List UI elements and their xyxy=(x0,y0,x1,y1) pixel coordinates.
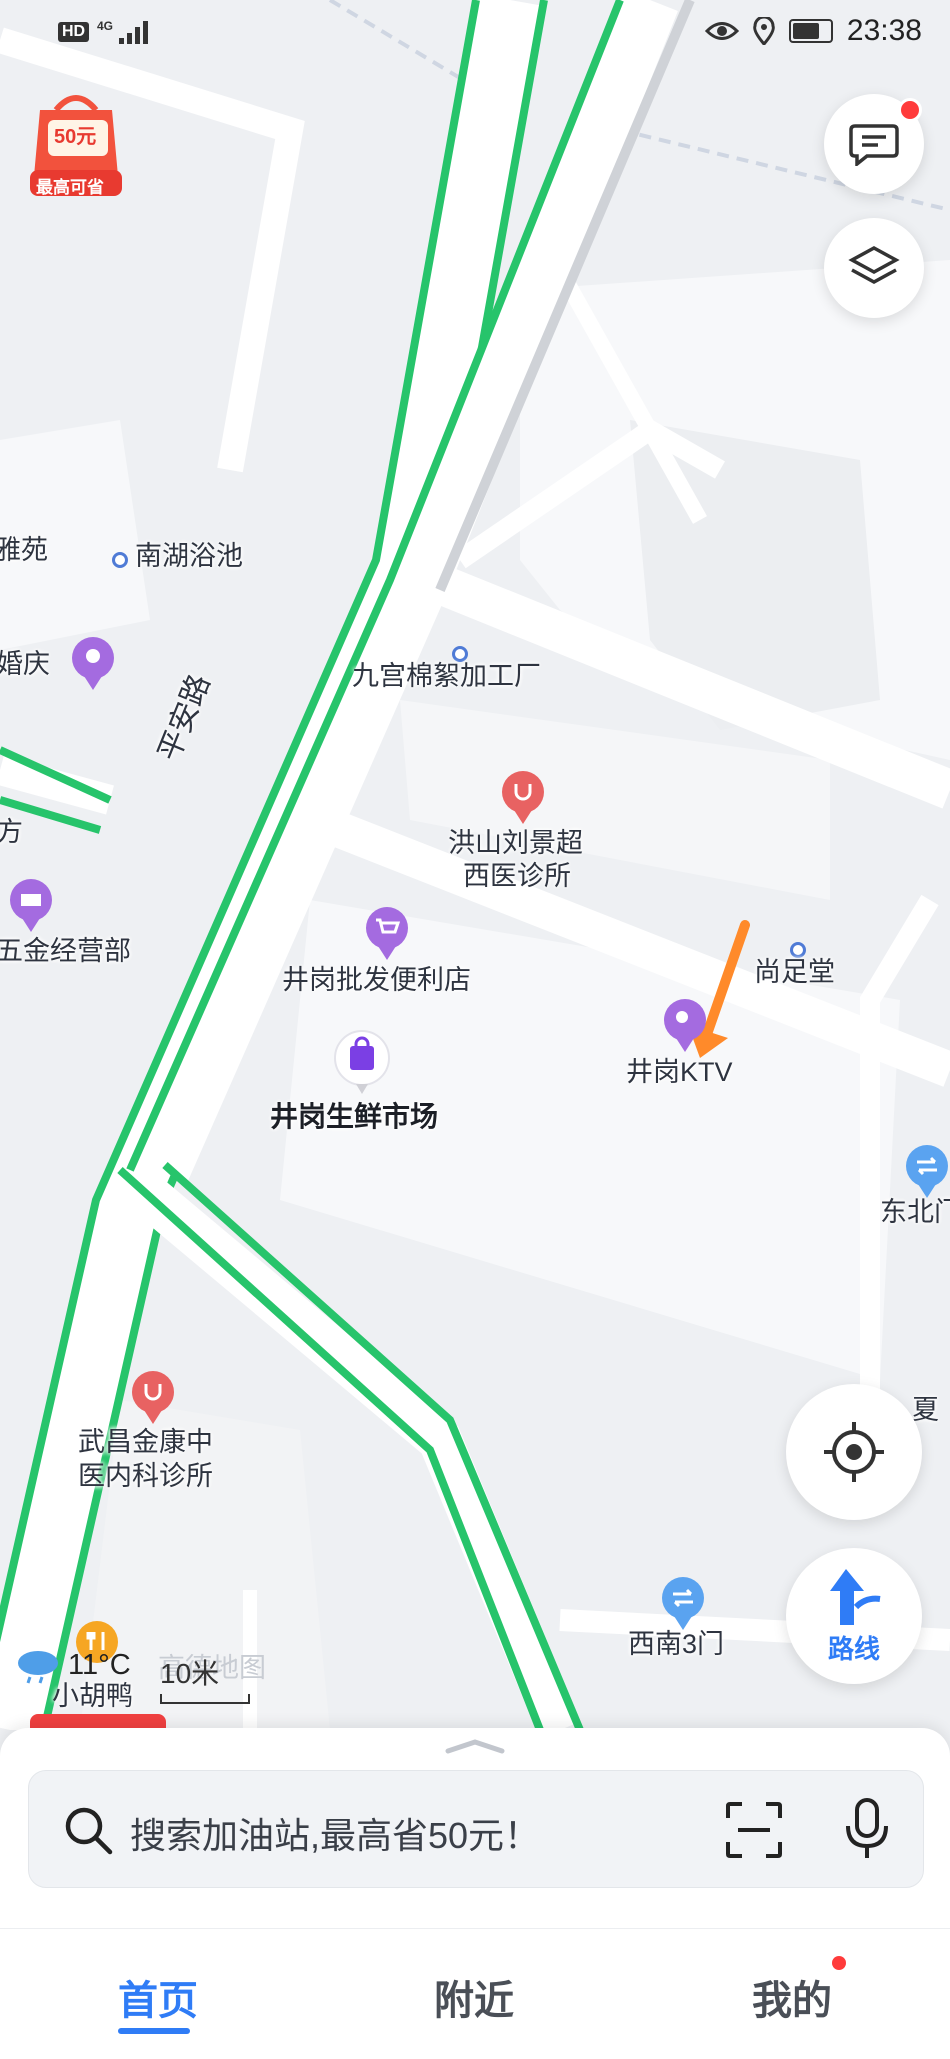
search-input[interactable]: 搜索加油站,最高省50元！ xyxy=(130,1807,540,1859)
weather-widget[interactable]: 11°C xyxy=(14,1645,131,1685)
weather-temp: 11°C xyxy=(68,1648,131,1681)
market-pin-icon[interactable] xyxy=(334,1030,390,1094)
scale-label: 10米 xyxy=(160,1658,220,1689)
gate-pin-icon[interactable] xyxy=(904,1144,950,1198)
wedding-pin-icon[interactable] xyxy=(70,636,116,690)
poi-jinggang-store[interactable]: 井岗批发便利店 xyxy=(282,964,471,996)
gate-pin-icon[interactable] xyxy=(660,1576,706,1630)
store-pin-icon[interactable] xyxy=(364,906,410,960)
cloud-rain-icon xyxy=(18,1651,58,1684)
battery-icon xyxy=(788,19,833,43)
hd-icon: HD xyxy=(58,22,90,42)
status-bar: HD 4G 4G 23:38 xyxy=(0,0,950,64)
poi-clinic-1-line1[interactable]: 洪山刘景超 xyxy=(448,827,583,859)
poi-fang-partial[interactable]: 方 xyxy=(0,816,23,848)
poi-clinic-2-line1[interactable]: 武昌金康中 xyxy=(78,1426,213,1458)
tab-home[interactable]: 首页 xyxy=(118,1968,198,2026)
route-button[interactable]: 路线 xyxy=(786,1548,922,1684)
message-button[interactable] xyxy=(824,94,924,194)
poi-dot[interactable] xyxy=(112,552,128,568)
coupon-badge[interactable]: 50元 最高可省 xyxy=(26,90,126,200)
coupon-amount: 50元 xyxy=(54,126,97,148)
search-icon[interactable] xyxy=(62,1804,114,1856)
layers-button[interactable] xyxy=(824,218,924,318)
poi-dongbei-gate[interactable]: 东北门 xyxy=(880,1196,950,1228)
location-icon xyxy=(753,17,775,45)
clinic-pin-icon[interactable] xyxy=(500,770,546,824)
route-arrow-icon xyxy=(830,1568,881,1625)
poi-southwest-gate[interactable]: 西南3门 xyxy=(628,1628,724,1660)
poi-jiugong-factory[interactable]: 九宫棉絮加工厂 xyxy=(352,660,541,692)
layers-icon xyxy=(848,246,900,284)
shop-pin-icon[interactable] xyxy=(8,878,54,932)
poi-wujin[interactable]: 五金经营部 xyxy=(0,935,131,967)
ktv-pin-icon[interactable] xyxy=(662,998,708,1052)
crosshair-icon xyxy=(824,1422,884,1482)
eye-icon xyxy=(704,22,739,40)
tab-me-notification-dot xyxy=(832,1956,846,1970)
poi-jinggang-ktv[interactable]: 井岗KTV xyxy=(626,1056,733,1088)
coupon-caption: 最高可省 xyxy=(36,178,104,197)
poi-ya-yuan[interactable]: 雅苑 xyxy=(0,534,48,566)
notification-dot xyxy=(898,98,922,122)
poi-hun-qing[interactable]: 婚庆 xyxy=(0,648,50,680)
tab-nearby[interactable]: 附近 xyxy=(434,1968,514,2026)
map-scale: 10米 xyxy=(160,1652,250,1704)
scale-bar xyxy=(160,1694,250,1704)
poi-xia-partial[interactable]: 夏 xyxy=(912,1394,939,1426)
poi-nanhu-bath[interactable]: 南湖浴池 xyxy=(135,540,243,572)
locate-button[interactable] xyxy=(786,1384,922,1520)
tab-active-indicator xyxy=(118,2028,190,2034)
route-label: 路线 xyxy=(827,1633,880,1664)
clinic-pin-icon[interactable] xyxy=(130,1370,176,1424)
scan-icon[interactable] xyxy=(724,1800,784,1860)
microphone-icon[interactable] xyxy=(842,1796,892,1862)
poi-jinggang-market[interactable]: 井岗生鲜市场 xyxy=(270,1100,438,1134)
svg-text:4G: 4G xyxy=(97,19,113,33)
poi-clinic-2-line2[interactable]: 医内科诊所 xyxy=(78,1460,213,1492)
sheet-handle-icon[interactable] xyxy=(444,1738,506,1754)
signal-icon: 4G xyxy=(97,19,149,44)
poi-shang-zu-tang[interactable]: 尚足堂 xyxy=(754,956,835,988)
chat-bubble-icon xyxy=(849,124,899,166)
clock: 23:38 xyxy=(846,14,922,47)
tab-me[interactable]: 我的 xyxy=(752,1968,832,2026)
poi-clinic-1-line2[interactable]: 西医诊所 xyxy=(463,860,571,892)
